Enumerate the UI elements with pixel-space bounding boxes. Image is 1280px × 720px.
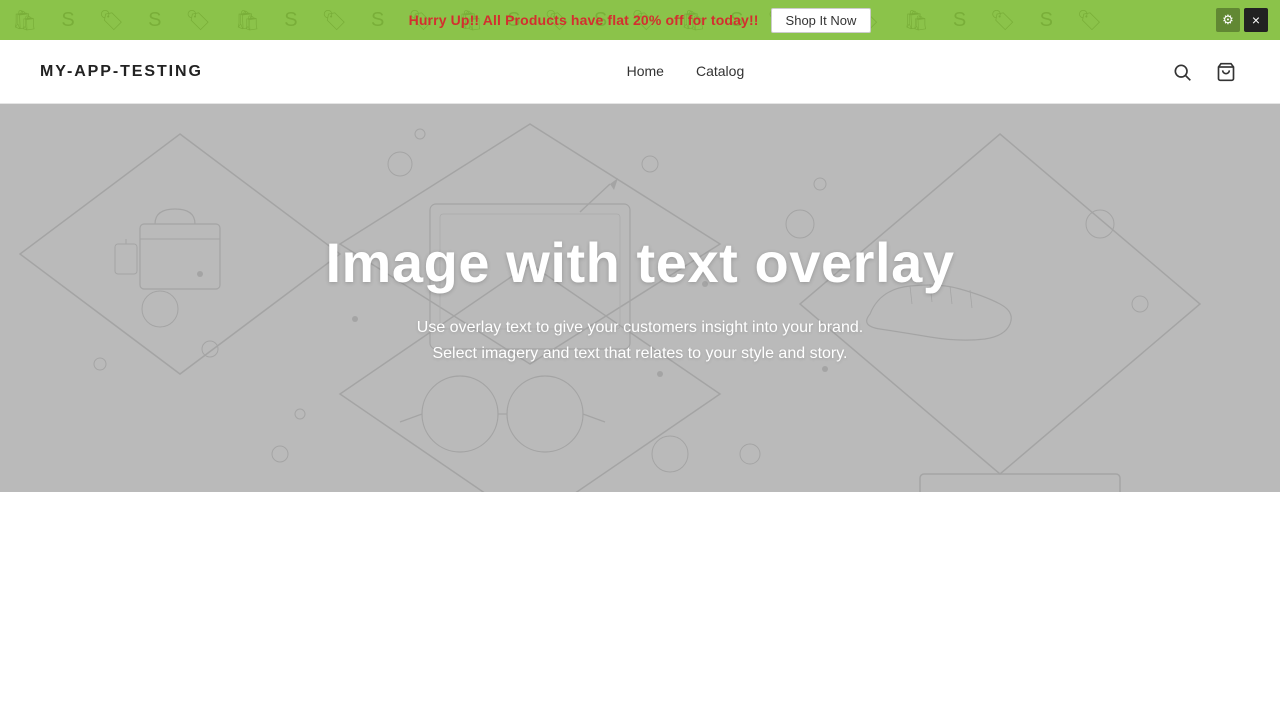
shopify-icon: S	[284, 9, 297, 32]
tag-icon: 🏷	[990, 8, 1015, 33]
hero-subtitle-line1: Use overlay text to give your customers …	[417, 319, 863, 336]
below-fold	[0, 492, 1280, 622]
cart-icon	[1216, 62, 1236, 82]
search-button[interactable]	[1168, 58, 1196, 86]
announcement-settings-button[interactable]: ⚙	[1216, 8, 1240, 32]
hero-title: Image with text overlay	[325, 230, 954, 295]
tag-icon: 🏷	[1077, 8, 1102, 33]
settings-icon: ⚙	[1222, 12, 1234, 28]
shopify-icon: S	[1040, 9, 1053, 32]
tag-icon: 🏷	[99, 8, 124, 33]
announcement-close-button[interactable]: ×	[1244, 8, 1268, 32]
shopify-icon: S	[61, 9, 74, 32]
shopify-icon: 🛍	[235, 8, 260, 33]
tag-icon: 🏷	[322, 8, 347, 33]
hero-content: Image with text overlay Use overlay text…	[285, 230, 994, 366]
shopify-icon: 🛍	[12, 8, 37, 33]
nav-home[interactable]: Home	[627, 63, 664, 79]
announcement-bar: 🛍 S 🏷 S 🏷 🛍 S 🏷 S 🏷 🛍 S 🏷 S 🏷 🛍 S 🏷 S 🏷 …	[0, 0, 1280, 40]
tag-icon: 🏷	[185, 8, 210, 33]
brand-name[interactable]: MY-APP-TESTING	[40, 63, 203, 81]
cart-button[interactable]	[1212, 58, 1240, 86]
nav-catalog[interactable]: Catalog	[696, 63, 744, 79]
announcement-text: Hurry Up!! All Products have flat 20% of…	[409, 12, 759, 28]
shopify-icon: 🛍	[903, 8, 928, 33]
hero-subtitle: Use overlay text to give your customers …	[325, 315, 954, 366]
shopify-icon: S	[371, 9, 384, 32]
shopify-icon: S	[148, 9, 161, 32]
search-icon	[1172, 62, 1192, 82]
shopify-icon: S	[953, 9, 966, 32]
hero-section: Image with text overlay Use overlay text…	[0, 104, 1280, 492]
main-nav: Home Catalog	[627, 63, 745, 81]
hero-subtitle-line2: Select imagery and text that relates to …	[432, 345, 847, 362]
announcement-content: Hurry Up!! All Products have flat 20% of…	[409, 8, 872, 33]
shop-now-button[interactable]: Shop It Now	[771, 8, 872, 33]
header-actions	[1168, 58, 1240, 86]
site-header: MY-APP-TESTING Home Catalog	[0, 40, 1280, 104]
